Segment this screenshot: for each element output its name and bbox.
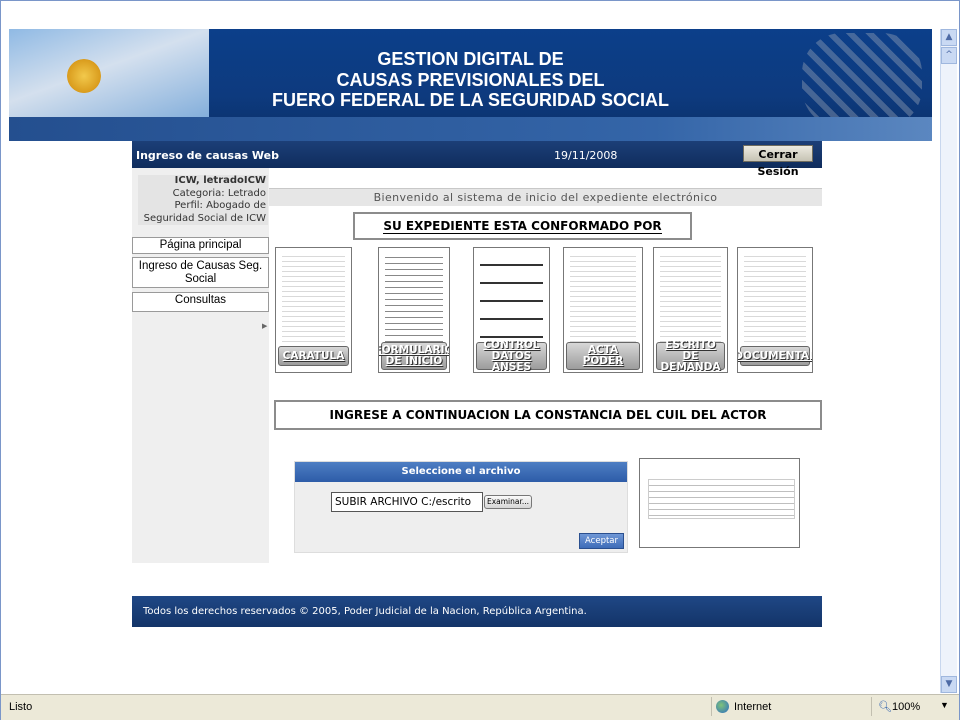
scroll-thumb[interactable]: ^ [941,47,957,64]
cuil-preview-thumbnail [639,458,800,548]
banner-strip [9,117,932,141]
preview-document-image [648,479,795,519]
app-header: Ingreso de causas Web 19/11/2008 Cerrar … [132,141,822,178]
doc-card-control-anses[interactable]: CONTROL DATOS ANSES [473,247,550,373]
banner-title-line: FUERO FEDERAL DE LA SEGURIDAD SOCIAL [271,90,670,110]
doc-card-acta-poder[interactable]: ACTA PODER [563,247,643,373]
accept-button[interactable]: Aceptar [579,533,624,549]
banner-title-line: CAUSAS PREVISIONALES DEL [336,69,605,90]
doc-card-label[interactable]: DOCUMENTAL [738,346,812,366]
current-date: 19/11/2008 [554,149,618,162]
doc-card-caratula[interactable]: CARATULA [275,247,352,373]
sidebar [132,168,269,563]
zoom-level: 100% [892,701,921,713]
browse-button[interactable]: Examinar... [484,495,532,509]
doc-thumbnail [385,252,443,348]
doc-thumbnail [480,252,543,348]
scroll-up-icon[interactable]: ▲ [941,29,957,46]
user-org: Seguridad Social de ICW [143,212,266,224]
cuil-instruction: INGRESE A CONTINUACION LA CONSTANCIA DEL… [274,400,822,430]
banner-title-line: GESTION DIGITAL DE [377,49,564,69]
doc-thumbnail [282,252,345,348]
vertical-scrollbar[interactable]: ▲ ^ ▼ [940,29,957,693]
welcome-title: Bienvenido al sistema de inicio del expe… [269,188,822,206]
doc-card-label[interactable]: FORMULARIO DE INICIO [379,342,449,370]
status-text: Listo [9,701,33,713]
security-zone: Internet [711,697,862,716]
doc-card-documental[interactable]: DOCUMENTAL [737,247,813,373]
collapse-arrow-icon[interactable]: ▶ [262,322,267,330]
site-banner: GESTION DIGITAL DE CAUSAS PREVISIONALES … [9,29,932,141]
zone-label: Internet [734,701,772,713]
doc-thumbnail [660,252,721,348]
nav-item-home[interactable]: Página principal [132,237,269,254]
doc-card-label[interactable]: CONTROL DATOS ANSES [476,339,547,372]
doc-thumbnail [744,252,806,348]
app-name: Ingreso de causas Web [136,149,279,162]
scroll-down-icon[interactable]: ▼ [941,676,957,693]
user-name: ICW, letradoICW [174,175,266,186]
upload-panel: Seleccione el archivo SUBIR ARCHIVO C:/e… [294,461,628,553]
user-info: ICW, letradoICW Categoria: Letrado Perfi… [138,175,268,225]
user-category: Categoria: Letrado [172,187,266,199]
expediente-title: SU EXPEDIENTE ESTA CONFORMADO POR [353,212,692,240]
user-profile: Perfil: Abogado de [174,200,267,211]
nav-item-consultas[interactable]: Consultas [132,292,269,312]
doc-card-escrito-demanda[interactable]: ESCRITO DE DEMANDA [653,247,728,373]
logout-button[interactable]: Cerrar Sesión [743,145,813,178]
app-container: Ingreso de causas Web 19/11/2008 Cerrar … [132,141,822,627]
globe-icon [716,700,729,713]
doc-card-label[interactable]: ESCRITO DE DEMANDA [656,339,725,372]
chevron-down-icon[interactable]: ▼ [940,700,949,710]
browser-window: GESTION DIGITAL DE CAUSAS PREVISIONALES … [0,0,960,720]
app-footer: Todos los derechos reservados © 2005, Po… [132,596,822,627]
doc-card-label[interactable]: CARATULA [278,346,349,366]
expediente-title-text: SU EXPEDIENTE ESTA CONFORMADO POR [383,219,662,234]
upload-header: Seleccione el archivo [295,462,627,482]
doc-card-label[interactable]: ACTA PODER [566,342,640,370]
doc-card-formulario[interactable]: FORMULARIO DE INICIO [378,247,450,373]
magnifier-icon: 🔍︎ [878,701,892,713]
zoom-control[interactable]: 🔍︎ 100% ▼ [871,697,958,716]
banner-title: GESTION DIGITAL DE CAUSAS PREVISIONALES … [9,49,932,111]
doc-thumbnail [570,252,636,348]
status-bar: Listo Internet 🔍︎ 100% ▼ [1,694,959,720]
nav-item-ingreso-causas[interactable]: Ingreso de Causas Seg. Social [132,257,269,288]
file-path-input[interactable]: SUBIR ARCHIVO C:/escrito [331,492,483,512]
